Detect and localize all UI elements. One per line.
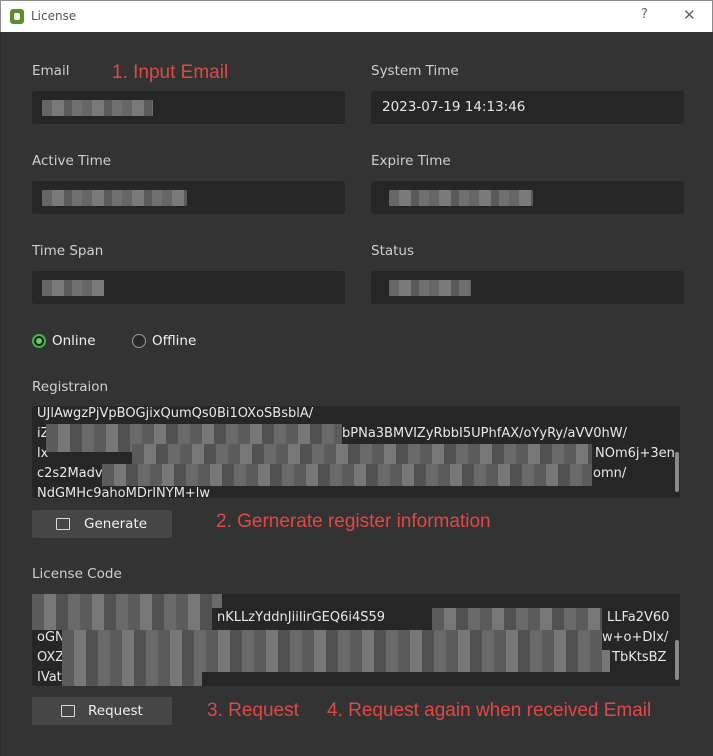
time-span-label: Time Span xyxy=(32,243,104,259)
license-line: OXZ xyxy=(37,650,65,665)
request-button-label: Request xyxy=(88,703,143,719)
annotation-step1: 1. Input Email xyxy=(112,62,229,83)
blur-overlay xyxy=(102,464,592,486)
registration-textarea[interactable]: UJlAwgzPjVpBOGjixQumQs0Bi1OXoSBsblA/ iZ … xyxy=(32,406,680,498)
email-label: Email xyxy=(32,63,70,79)
license-line-mid: nKLLzYddnJiiIirGEQ6i4S59 xyxy=(217,610,386,625)
generate-button-label: Generate xyxy=(84,516,148,532)
title-bar: License ? ✕ xyxy=(0,0,713,32)
redacted-value xyxy=(389,190,533,206)
blur-overlay xyxy=(32,594,222,608)
registration-line: UJlAwgzPjVpBOGjixQumQs0Bi1OXoSBsblA/ xyxy=(37,406,314,421)
blur-overlay xyxy=(432,608,602,630)
offline-label[interactable]: Offline xyxy=(152,333,196,349)
online-label[interactable]: Online xyxy=(52,333,96,349)
generate-button[interactable]: Generate xyxy=(32,510,172,538)
annotation-step3: 3. Request xyxy=(207,700,299,721)
expire-time-label: Expire Time xyxy=(371,153,451,169)
system-time-value: 2023-07-19 14:13:46 xyxy=(382,99,526,115)
system-time-label: System Time xyxy=(371,63,459,79)
generate-icon xyxy=(56,518,70,530)
annotation-step4: 4. Request again when received Email xyxy=(327,700,652,721)
system-time-field: 2023-07-19 14:13:46 xyxy=(371,91,684,124)
redacted-value xyxy=(42,190,187,206)
license-code-label: License Code xyxy=(32,566,122,582)
redacted-value xyxy=(42,100,153,116)
offline-radio[interactable] xyxy=(132,334,146,348)
registration-line-tail: NOm6j+3en xyxy=(595,446,675,461)
license-code-textarea[interactable]: nKLLzYddnJiiIirGEQ6i4S59 LLFa2V60 oGN w+… xyxy=(32,594,680,686)
annotation-step2: 2. Gernerate register information xyxy=(216,511,491,532)
request-button[interactable]: Request xyxy=(32,697,172,725)
blur-overlay xyxy=(62,630,602,652)
time-span-field xyxy=(32,271,345,304)
license-line-tail: LLFa2V60 xyxy=(607,610,670,625)
email-field[interactable] xyxy=(32,91,345,124)
status-field xyxy=(371,271,684,304)
registration-line-tail: omn/ xyxy=(593,466,627,481)
app-logo-icon xyxy=(10,9,24,24)
redacted-value xyxy=(389,280,471,296)
registration-label: Registraion xyxy=(32,379,109,395)
registration-line-tail: bPNa3BMVIZyRbbI5UPhfAX/oYyRy/aVV0hW/ xyxy=(342,426,627,441)
blur-overlay xyxy=(32,608,212,630)
license-line-tail: TbKtsBZ xyxy=(612,650,667,665)
blur-overlay xyxy=(62,670,202,686)
license-line: IVat xyxy=(37,670,62,685)
blur-overlay xyxy=(62,650,610,672)
expire-time-field xyxy=(371,181,684,214)
online-radio[interactable] xyxy=(32,334,46,348)
redacted-value xyxy=(42,280,104,296)
registration-line: NdGMHc9ahoMDrINYM+lw xyxy=(37,486,211,498)
status-label: Status xyxy=(371,243,415,259)
active-time-label: Active Time xyxy=(32,153,112,169)
blur-overlay xyxy=(132,444,592,466)
registration-scrollbar[interactable] xyxy=(675,452,679,492)
close-button[interactable]: ✕ xyxy=(683,6,696,24)
license-scrollbar[interactable] xyxy=(675,640,679,680)
message-icon xyxy=(61,705,75,717)
active-time-field xyxy=(32,181,345,214)
license-line: oGN xyxy=(37,630,65,645)
window-title: License xyxy=(31,9,77,23)
license-dialog: Email 1. Input Email System Time 2023-07… xyxy=(0,32,713,756)
help-button[interactable]: ? xyxy=(641,7,648,22)
license-line-tail: w+o+DIx/ xyxy=(602,630,669,645)
